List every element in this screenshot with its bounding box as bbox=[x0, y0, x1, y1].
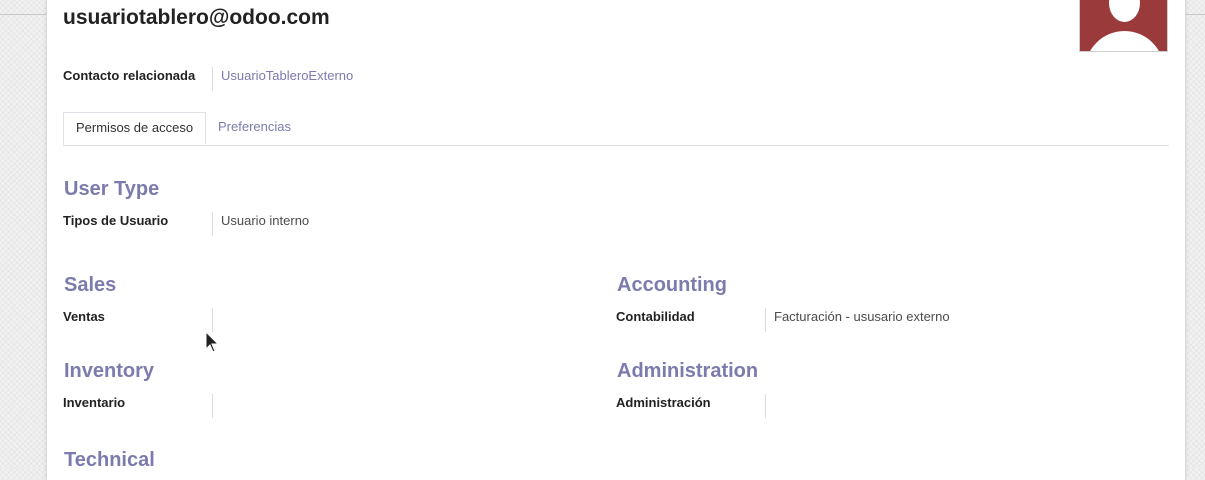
tab-preferencias[interactable]: Preferencias bbox=[206, 112, 303, 145]
section-title-user-type: User Type bbox=[64, 178, 160, 200]
user-email-title: usuariotablero@odoo.com bbox=[63, 6, 330, 29]
sales-label: Ventas bbox=[63, 309, 105, 324]
field-separator bbox=[212, 394, 213, 418]
field-separator bbox=[212, 67, 213, 91]
user-avatar[interactable] bbox=[1079, 0, 1168, 52]
user-type-value[interactable]: Usuario interno bbox=[221, 213, 309, 229]
related-contact-label: Contacto relacionada bbox=[63, 68, 196, 83]
section-title-sales: Sales bbox=[64, 274, 117, 296]
field-separator bbox=[212, 308, 213, 332]
notebook-tabs: Permisos de acceso Preferencias bbox=[63, 112, 1169, 146]
section-title-administration: Administration bbox=[617, 360, 759, 382]
avatar-head-shape bbox=[1109, 0, 1140, 22]
avatar-body-shape bbox=[1085, 31, 1164, 51]
sales-value[interactable] bbox=[221, 309, 421, 325]
inventory-label: Inventario bbox=[63, 395, 126, 410]
accounting-label: Contabilidad bbox=[616, 309, 695, 324]
mouse-cursor-icon bbox=[205, 331, 220, 353]
user-type-label: Tipos de Usuario bbox=[63, 213, 169, 228]
related-contact-link[interactable]: UsuarioTableroExterno bbox=[221, 68, 353, 84]
field-separator bbox=[765, 394, 766, 418]
section-title-inventory: Inventory bbox=[64, 360, 155, 382]
section-title-technical: Technical bbox=[64, 449, 155, 471]
tab-permisos-de-acceso[interactable]: Permisos de acceso bbox=[63, 112, 206, 145]
administration-label: Administración bbox=[616, 395, 711, 410]
section-title-accounting: Accounting bbox=[617, 274, 727, 296]
accounting-value[interactable]: Facturación - ususario externo bbox=[774, 309, 950, 325]
field-separator bbox=[765, 308, 766, 332]
administration-value[interactable] bbox=[774, 395, 974, 411]
inventory-value[interactable] bbox=[221, 395, 421, 411]
field-separator bbox=[212, 212, 213, 236]
form-sheet: usuariotablero@odoo.com Contacto relacio… bbox=[46, 0, 1186, 480]
